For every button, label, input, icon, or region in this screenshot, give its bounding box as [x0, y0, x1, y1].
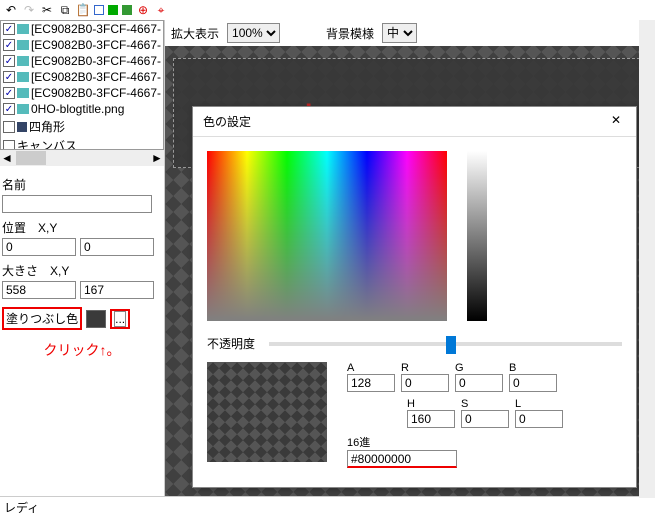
fill-swatch[interactable]	[86, 310, 106, 328]
rect-icon[interactable]	[94, 5, 104, 15]
size-y-input[interactable]	[80, 281, 154, 299]
zoom-select[interactable]: 100%	[227, 23, 280, 43]
lightness-slider[interactable]	[467, 151, 487, 321]
position-label: 位置 X,Y	[2, 219, 162, 236]
close-icon[interactable]: ✕	[606, 113, 626, 130]
canvas-top-controls: 拡大表示 100% 背景模様 中	[165, 20, 655, 46]
circle-icon[interactable]: ⊕	[136, 3, 150, 17]
paste-icon[interactable]: 📋	[76, 3, 90, 17]
hue-input[interactable]	[407, 410, 455, 428]
fill1-icon[interactable]	[108, 5, 118, 15]
annotation-text: クリック↑。	[2, 340, 162, 360]
fill2-icon[interactable]	[122, 5, 132, 15]
main-toolbar: ↶ ↷ ✂ ⧉ 📋 ⊕ ⌖	[0, 0, 655, 20]
pos-x-input[interactable]	[2, 238, 76, 256]
opacity-label: 不透明度	[207, 335, 255, 352]
zoom-label: 拡大表示	[171, 25, 219, 42]
layer-row[interactable]: [EC9082B0-3FCF-4667-	[1, 69, 163, 85]
size-label: 大きさ X,Y	[2, 262, 162, 279]
dialog-title: 色の設定	[203, 113, 251, 130]
name-label: 名前	[2, 176, 162, 193]
undo-icon[interactable]: ↶	[4, 3, 18, 17]
name-input[interactable]	[2, 195, 152, 213]
bg-label: 背景模様	[326, 25, 374, 42]
layer-row[interactable]: キャンバス	[1, 136, 163, 150]
alpha-input[interactable]	[347, 374, 395, 392]
pos-y-input[interactable]	[80, 238, 154, 256]
size-x-input[interactable]	[2, 281, 76, 299]
lum-input[interactable]	[515, 410, 563, 428]
layer-row[interactable]: [EC9082B0-3FCF-4667-	[1, 21, 163, 37]
blue-input[interactable]	[509, 374, 557, 392]
layer-panel: [EC9082B0-3FCF-4667- [EC9082B0-3FCF-4667…	[0, 20, 164, 150]
layer-row[interactable]: 0HO-blogtitle.png	[1, 101, 163, 117]
layer-row[interactable]: [EC9082B0-3FCF-4667-	[1, 37, 163, 53]
color-preview	[207, 362, 327, 462]
fill-label: 塗りつぶし色	[2, 307, 82, 330]
cut-icon[interactable]: ✂	[40, 3, 54, 17]
layer-row[interactable]: [EC9082B0-3FCF-4667-	[1, 53, 163, 69]
layer-row[interactable]: [EC9082B0-3FCF-4667-	[1, 85, 163, 101]
redo-icon[interactable]: ↷	[22, 3, 36, 17]
opacity-slider[interactable]	[269, 342, 622, 346]
canvas-v-scroll[interactable]	[639, 20, 655, 498]
red-input[interactable]	[401, 374, 449, 392]
bg-select[interactable]: 中	[382, 23, 417, 43]
layer-h-scroll[interactable]: ◄►	[0, 150, 164, 166]
color-dialog: 色の設定 ✕ 不透明度 A R G B H S L 16進	[192, 106, 637, 488]
layer-row[interactable]: 四角形	[1, 117, 163, 136]
fill-picker-button[interactable]: ...	[114, 311, 126, 327]
sat-input[interactable]	[461, 410, 509, 428]
status-bar: レディ	[0, 496, 655, 514]
copy-icon[interactable]: ⧉	[58, 3, 72, 17]
target-icon[interactable]: ⌖	[154, 3, 168, 17]
hex-input[interactable]	[347, 450, 457, 468]
saturation-value-picker[interactable]	[207, 151, 447, 321]
sidebar: [EC9082B0-3FCF-4667- [EC9082B0-3FCF-4667…	[0, 20, 165, 496]
green-input[interactable]	[455, 374, 503, 392]
